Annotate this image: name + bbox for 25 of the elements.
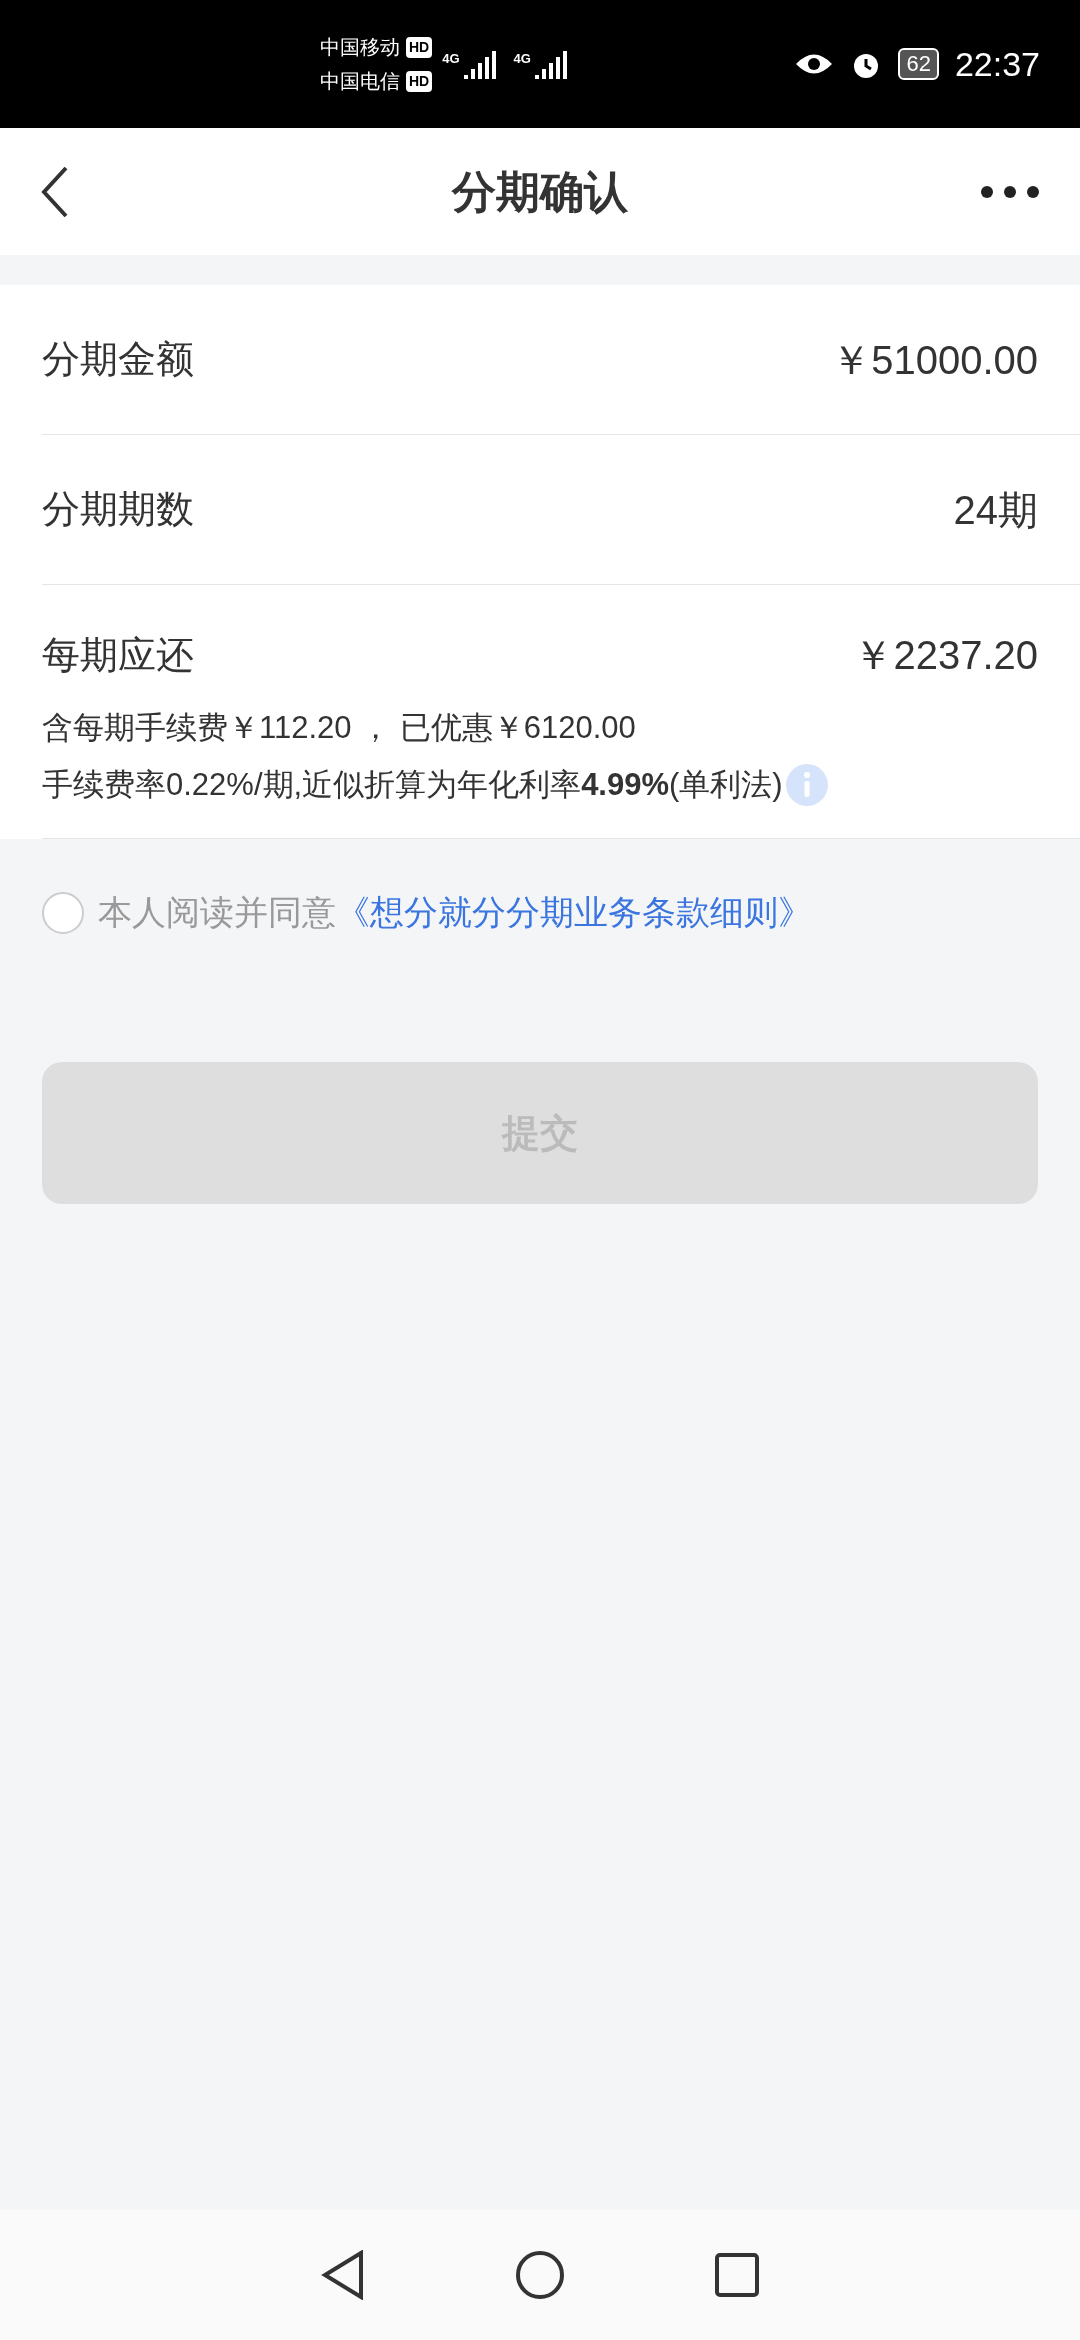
row-value: 24期: [953, 486, 1038, 534]
home-nav-icon[interactable]: [515, 2250, 565, 2300]
carrier-name: 中国移动: [320, 35, 400, 60]
agree-checkbox[interactable]: [42, 891, 84, 934]
network-type: 4G: [442, 50, 460, 68]
row-label: 每期应还: [42, 632, 194, 678]
row-label: 分期期数: [42, 487, 194, 532]
row-label: 分期金额: [42, 337, 194, 382]
terms-link[interactable]: 《想分就分分期业务条款细则》: [336, 887, 812, 938]
back-icon[interactable]: [40, 165, 70, 218]
fee-detail: 手续费率0.22%/期,近似折算为年化利率4.99%(单利法): [42, 765, 783, 804]
network-type: 4G: [513, 50, 531, 68]
back-nav-icon[interactable]: [321, 2250, 365, 2300]
more-icon[interactable]: [980, 184, 1040, 199]
fee-detail: 含每期手续费￥112.20 ， 已优惠￥6120.00: [42, 709, 636, 747]
row-value: ￥51000.00: [831, 336, 1038, 384]
hd-badge: HD: [406, 70, 433, 92]
clock-time: 22:37: [954, 43, 1040, 85]
hd-badge: HD: [406, 36, 433, 58]
agreement-text: 本人阅读并同意: [98, 892, 336, 933]
carrier-name: 中国电信: [320, 69, 400, 94]
row-value: ￥2237.20: [853, 632, 1038, 679]
recents-nav-icon[interactable]: [715, 2253, 759, 2297]
page-title: 分期确认: [452, 165, 628, 218]
battery-icon: 62: [898, 48, 939, 80]
